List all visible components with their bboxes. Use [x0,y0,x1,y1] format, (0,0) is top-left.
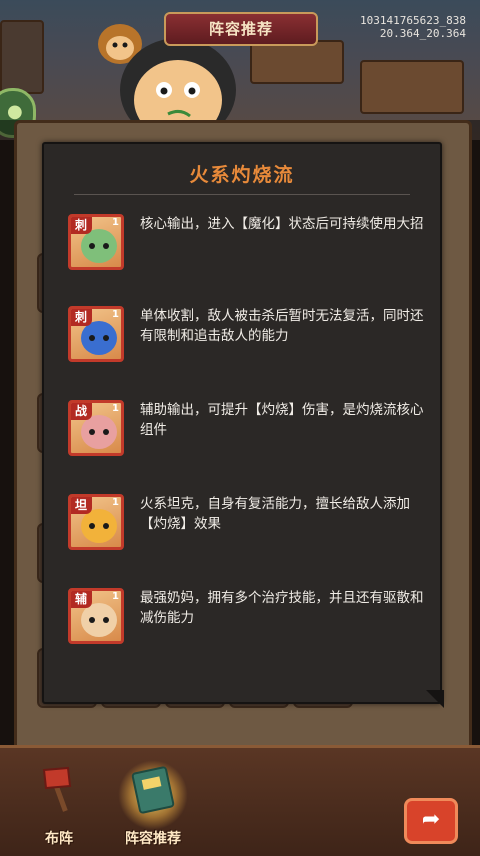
bug-icon: ● [7,101,23,122]
hero-face [81,321,117,355]
role-badge: 辅 [71,591,92,608]
popup-title: 火系灼烧流 [189,164,295,186]
page-title: 阵容推荐 [164,12,318,46]
tab-lineup-recommend[interactable]: 阵容推荐 [108,760,198,852]
share-button[interactable]: ➦ [404,798,458,844]
hero-face [81,415,117,449]
hero-count: 1 [112,497,119,508]
tab-label: 阵容推荐 [125,831,181,847]
hero-face [81,509,117,543]
lineup-detail-popup: 火系灼烧流 刺 1 核心输出，进入【魔化】状态后可持续使用大招 刺 1 单体收割… [42,142,444,708]
background-shelf [250,40,344,84]
build-id: 103141765623_838 20.364_20.364 [360,14,466,40]
hero-portrait[interactable]: 辅 1 [68,588,124,644]
hero-count: 1 [112,309,119,320]
role-badge: 坦 [71,497,92,514]
role-badge: 刺 [71,217,92,234]
build-id-line-2: 20.364_20.364 [379,27,466,40]
hero-description: 最强奶妈，拥有多个治疗技能，并且还有驱散和减伤能力 [140,590,424,626]
background-pillar [0,20,44,94]
build-id-line-1: 103141765623_838 [360,14,466,27]
hero-face [81,603,117,637]
background-shelf [360,60,464,114]
role-badge: 战 [71,403,92,420]
tab-label: 布阵 [45,831,73,847]
hero-portrait[interactable]: 刺 1 [68,306,124,362]
book-icon [131,766,175,814]
hero-description: 单体收割，敌人被击杀后暂时无法复活，同时还有限制和追击敌人的能力 [140,308,424,344]
hero-count: 1 [112,591,119,602]
axe-icon [42,766,72,812]
hero-portrait[interactable]: 坦 1 [68,494,124,550]
hero-description: 辅助输出，可提升【灼烧】伤害，是灼烧流核心组件 [140,402,424,438]
hero-description: 火系坦克，自身有复活能力，擅长给敌人添加【灼烧】效果 [140,496,410,532]
hero-count: 1 [112,217,119,228]
share-arrow-icon: ➦ [421,807,441,832]
tab-formation[interactable]: 布阵 [14,760,104,852]
popup-pointer [426,690,444,708]
role-badge: 刺 [71,309,92,326]
hero-portrait[interactable]: 刺 1 [68,214,124,270]
top-scene: 阵容推荐 103141765623_838 20.364_20.364 ● [0,0,480,140]
bottom-nav: 布阵 阵容推荐 ➦ [0,745,480,856]
hero-description: 核心输出，进入【魔化】状态后可持续使用大招 [140,216,424,232]
hero-portrait[interactable]: 战 1 [68,400,124,456]
hero-face [81,229,117,263]
hero-count: 1 [112,403,119,414]
popup-divider [74,194,410,195]
